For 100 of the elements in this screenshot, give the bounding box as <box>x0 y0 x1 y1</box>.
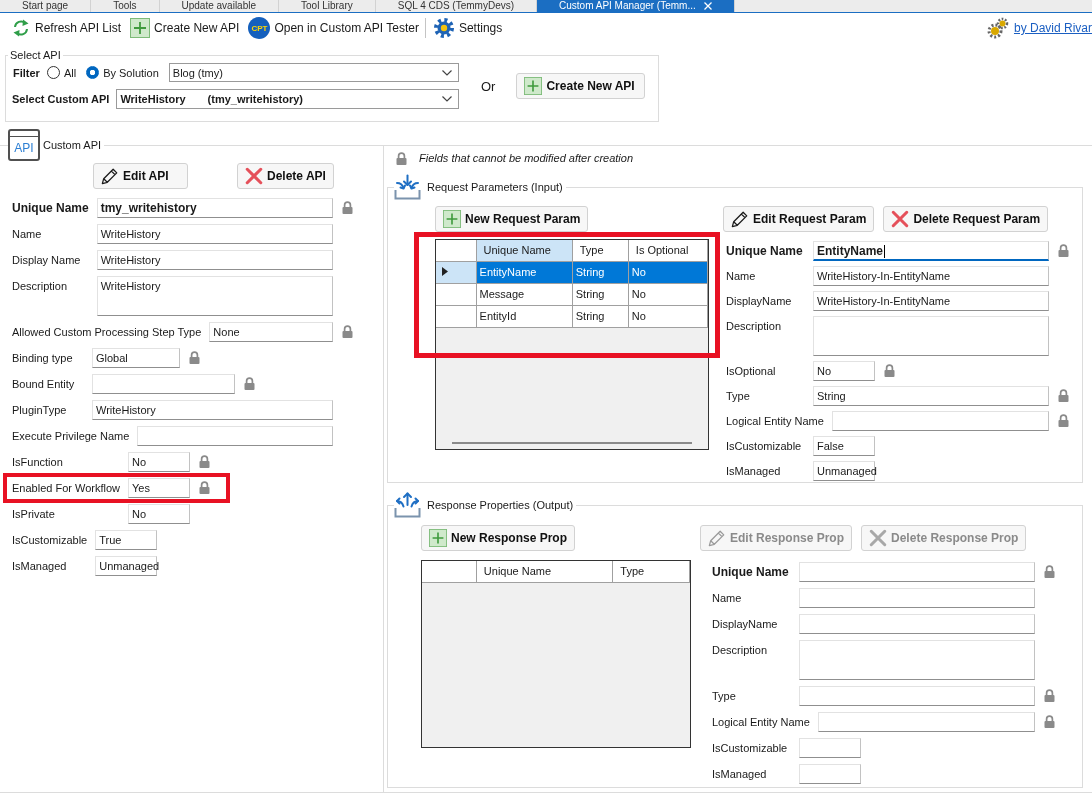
text-field[interactable] <box>817 712 1035 732</box>
text-area[interactable] <box>813 316 1049 356</box>
text-field[interactable]: Unmanaged <box>95 556 158 576</box>
text-field[interactable]: Yes <box>128 478 190 498</box>
row-header[interactable] <box>436 261 477 283</box>
radio-button[interactable] <box>46 66 60 79</box>
field-label: Enabled For Workflow <box>12 481 121 496</box>
field-label: PluginType <box>12 403 68 418</box>
text-field[interactable]: String <box>813 386 1049 406</box>
edit-button[interactable]: Edit API <box>93 163 188 189</box>
scrollbar-thumb[interactable] <box>452 441 692 444</box>
table-row[interactable]: EntityId String No <box>436 305 708 327</box>
text-area[interactable] <box>799 640 1035 680</box>
new-button[interactable]: New Response Prop <box>421 525 576 551</box>
lock-icon <box>396 151 407 165</box>
field-label: IsCustomizable <box>12 533 89 548</box>
text-field[interactable]: No <box>128 452 190 472</box>
toolbar-button[interactable]: Refresh API List <box>8 15 125 41</box>
table-row[interactable]: Message String No <box>436 283 708 305</box>
document-tab[interactable]: Tools <box>91 0 160 12</box>
notice-text: Fields that cannot be modified after creation <box>419 152 633 164</box>
field-label: Unique Name <box>712 564 790 581</box>
text-field[interactable] <box>799 686 1035 706</box>
gears-icon <box>986 17 1009 39</box>
text-field[interactable]: None <box>209 322 333 342</box>
header-corner <box>422 561 477 582</box>
field-label: Type <box>712 689 737 704</box>
field-label: Display Name <box>12 253 82 268</box>
column-header[interactable]: Unique Name <box>476 561 613 582</box>
document-tab[interactable]: Custom API Manager (Temm... <box>537 0 735 12</box>
header-corner <box>436 240 477 261</box>
text-field[interactable] <box>92 374 235 394</box>
edit-button[interactable]: Edit Request Param <box>723 206 875 232</box>
text-field[interactable]: True <box>95 530 158 550</box>
dropdown[interactable]: Blog (tmy) <box>168 63 459 82</box>
text-field[interactable] <box>831 411 1049 431</box>
toolbar-button[interactable]: CPT Open in Custom API Tester <box>245 15 422 41</box>
field-label: IsCustomizable <box>712 741 789 756</box>
filter-label: Filter <box>13 66 40 79</box>
text-field[interactable]: EntityName <box>813 241 1049 261</box>
field-label: Unique Name <box>726 243 804 260</box>
chevron-down-icon <box>442 69 452 76</box>
text-cursor-icon <box>884 245 886 259</box>
author-link[interactable]: by David Rivar <box>1013 21 1092 35</box>
delete-button[interactable]: Delete Request Param <box>883 206 1049 232</box>
toolbar-button[interactable]: Settings <box>429 15 506 41</box>
document-tab[interactable]: Tool Library <box>279 0 376 12</box>
text-area[interactable]: WriteHistory <box>96 276 333 316</box>
text-field[interactable] <box>799 562 1035 582</box>
column-header[interactable]: Is Optional <box>628 240 708 261</box>
pencil-icon <box>708 529 726 547</box>
field-label: Unique Name <box>12 200 90 217</box>
document-tab[interactable]: Start page <box>0 0 92 12</box>
group-legend: Request Parameters (Input) <box>427 181 563 193</box>
table-row[interactable]: EntityName String No <box>436 261 708 283</box>
field-label: Name <box>12 227 43 242</box>
text-field[interactable] <box>799 588 1035 608</box>
radio-label[interactable]: By Solution <box>103 66 159 79</box>
group-legend: Select API <box>8 48 63 62</box>
dropdown[interactable]: WriteHistory (tmy_writehistory) <box>116 89 459 109</box>
text-field[interactable]: False <box>813 436 875 456</box>
toolbar-button[interactable]: Create New API <box>127 15 243 41</box>
text-field[interactable]: WriteHistory <box>92 400 333 420</box>
column-header[interactable]: Unique Name <box>476 240 573 261</box>
text-field[interactable]: WriteHistory-In-EntityName <box>813 291 1049 311</box>
text-field[interactable] <box>799 738 861 758</box>
chevron-down-icon <box>442 96 452 102</box>
document-tab[interactable]: Update available <box>159 0 279 12</box>
field-label: Description <box>726 319 783 334</box>
text-field[interactable] <box>137 426 333 446</box>
table-cell: EntityName <box>476 261 573 283</box>
settings-icon <box>432 17 455 39</box>
text-field[interactable]: Unmanaged <box>813 461 875 481</box>
text-field[interactable]: Global <box>92 348 180 368</box>
text-field[interactable] <box>799 614 1035 634</box>
text-field[interactable]: No <box>128 504 190 524</box>
field-label: Bound Entity <box>12 377 76 392</box>
close-icon[interactable] <box>703 2 712 10</box>
text-field[interactable] <box>799 764 861 784</box>
field-label: Allowed Custom Processing Step Type <box>12 325 203 340</box>
create-api-button[interactable]: Create New API <box>516 73 646 99</box>
text-field[interactable]: No <box>813 361 875 381</box>
new-button[interactable]: New Request Param <box>435 206 589 232</box>
column-header[interactable]: Type <box>612 561 690 582</box>
text-field[interactable]: WriteHistory-In-EntityName <box>813 266 1049 286</box>
radio-label[interactable]: All <box>63 66 77 79</box>
plus-icon <box>429 529 447 547</box>
text-field[interactable]: WriteHistory <box>96 224 333 244</box>
field-label: IsManaged <box>712 767 768 782</box>
field-label: IsCustomizable <box>726 439 803 454</box>
circle-logo-icon: CPT <box>248 17 271 39</box>
field-label: IsPrivate <box>12 507 56 522</box>
plus-icon <box>130 18 151 38</box>
text-field[interactable]: tmy_writehistory <box>96 198 333 218</box>
text-field[interactable]: WriteHistory <box>96 250 333 270</box>
column-header[interactable]: Type <box>572 240 629 261</box>
radio-button[interactable] <box>86 66 100 79</box>
field-label: Logical Entity Name <box>712 715 811 730</box>
x-icon <box>869 529 888 547</box>
delete-button[interactable]: Delete API <box>237 163 334 189</box>
